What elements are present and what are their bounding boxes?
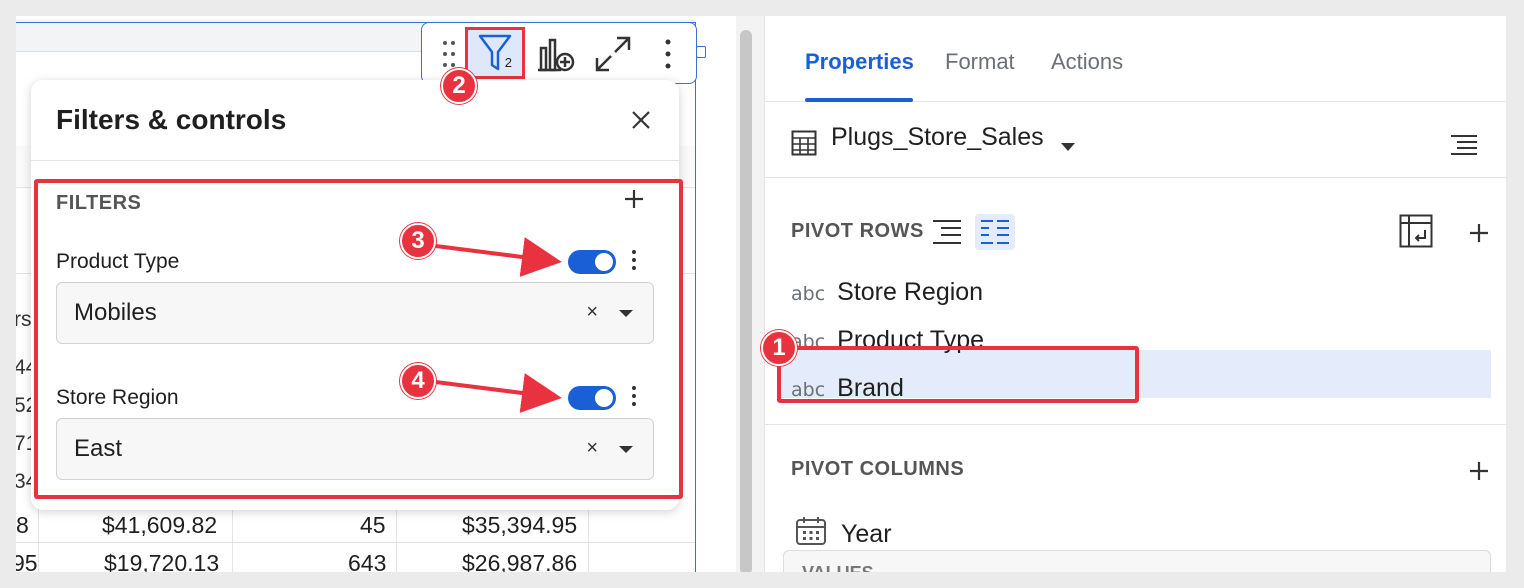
filters-button[interactable]: 2 <box>465 27 525 79</box>
add-pivot-column-icon[interactable] <box>1468 460 1490 482</box>
list-view-icon[interactable] <box>1449 134 1479 158</box>
pivot-columns-label: PIVOT COLUMNS <box>791 458 965 480</box>
properties-panel: Properties Format Actions Plugs_Store_Sa… <box>764 16 1506 572</box>
section-divider <box>765 424 1506 425</box>
brand-highlight-box <box>777 346 1139 403</box>
text-type-icon: abc <box>791 283 826 305</box>
outline-layout-icon <box>981 220 1009 244</box>
data-source-row[interactable]: Plugs_Store_Sales <box>765 102 1506 178</box>
tab-properties[interactable]: Properties <box>805 49 914 75</box>
compact-layout-icon[interactable] <box>931 218 963 246</box>
scrollbar-thumb[interactable] <box>740 30 752 572</box>
pivot-settings-icon[interactable] <box>1399 214 1433 248</box>
app-frame: rs 44 52 71 34 8 $41,609.82 45 $35,394.9… <box>16 16 1506 572</box>
panel-title: Filters & controls <box>56 104 287 135</box>
field-name: Store Region <box>837 278 984 306</box>
pivot-row-field[interactable]: abc Store Region <box>791 278 983 307</box>
tab-format[interactable]: Format <box>945 49 1015 75</box>
field-name: Year <box>841 520 892 548</box>
step-badge-1: 1 <box>761 330 797 366</box>
more-options-icon[interactable] <box>658 33 678 75</box>
expand-icon[interactable] <box>590 33 636 75</box>
close-icon[interactable] <box>629 108 653 132</box>
step-badge-2: 2 <box>441 68 477 104</box>
values-section: VALUES <box>783 550 1491 572</box>
add-pivot-row-icon[interactable] <box>1468 222 1490 244</box>
outline-layout-button[interactable] <box>975 214 1015 250</box>
calendar-icon <box>796 517 826 545</box>
add-chart-icon[interactable] <box>534 33 578 75</box>
chevron-down-icon[interactable] <box>1061 143 1075 152</box>
table-icon <box>791 130 817 156</box>
step-badge-4: 4 <box>400 363 436 399</box>
data-source-name: Plugs_Store_Sales <box>831 123 1044 151</box>
filters-highlight-box <box>34 179 683 499</box>
pivot-column-field[interactable]: Year <box>795 516 892 549</box>
tab-actions[interactable]: Actions <box>1051 49 1123 75</box>
values-label: VALUES <box>802 563 874 572</box>
filter-count-badge: 2 <box>504 55 512 70</box>
pivot-rows-label: PIVOT ROWS <box>791 220 924 242</box>
panel-tabs: Properties Format Actions <box>765 16 1506 102</box>
panel-divider <box>31 160 679 161</box>
step-badge-3: 3 <box>400 223 436 259</box>
resize-handle[interactable] <box>696 46 706 58</box>
